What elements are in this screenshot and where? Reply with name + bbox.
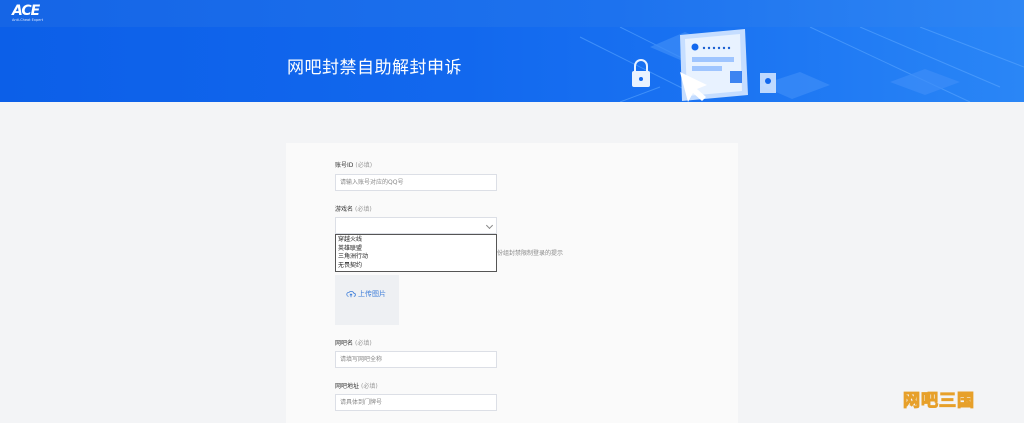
- netcafe-name-label: 网吧名 (必填): [335, 340, 372, 347]
- watermark-text: 网吧三国: [903, 391, 975, 412]
- game-select[interactable]: [335, 217, 497, 234]
- netcafe-address-label: 网吧地址 (必填): [335, 383, 378, 390]
- lock-icon: [632, 59, 650, 87]
- upload-hint: 份组封禁限制登录的提示: [497, 250, 564, 257]
- watermark-logo: 网吧三国: [903, 386, 995, 412]
- chevron-down-icon: [485, 221, 494, 230]
- netcafe-address-input[interactable]: 请具体到门牌号: [335, 394, 497, 411]
- upload-image-button[interactable]: 上传图片: [335, 275, 399, 325]
- dropdown-option[interactable]: 无畏契约: [337, 262, 495, 271]
- cloud-upload-icon: [346, 290, 356, 298]
- account-label: 账号ID (必填): [335, 162, 373, 169]
- account-id-input[interactable]: 请输入账号对应的QQ号: [335, 174, 497, 191]
- security-illustration: [579, 27, 1024, 102]
- dropdown-option[interactable]: 三角洲行动: [337, 253, 495, 262]
- top-bar: ACE Anti-Cheat Expert: [0, 0, 1024, 27]
- dropdown-option[interactable]: 英雄联盟: [337, 245, 495, 254]
- page-title: 网吧封禁自助解封申诉: [287, 58, 462, 78]
- game-label: 游戏名 (必填): [335, 206, 372, 213]
- ace-logo[interactable]: ACE Anti-Cheat Expert: [10, 3, 50, 25]
- upload-label: 上传图片: [358, 290, 386, 298]
- logo-text: ACE: [12, 3, 40, 19]
- logo-subtitle: Anti-Cheat Expert: [12, 18, 44, 22]
- game-dropdown-list: 穿越火线 英雄联盟 三角洲行动 无畏契约: [335, 234, 497, 272]
- dropdown-option[interactable]: 穿越火线: [337, 236, 495, 245]
- netcafe-name-input[interactable]: 请填写网吧全称: [335, 351, 497, 368]
- hero-banner: 网吧封禁自助解封申诉: [0, 27, 1024, 102]
